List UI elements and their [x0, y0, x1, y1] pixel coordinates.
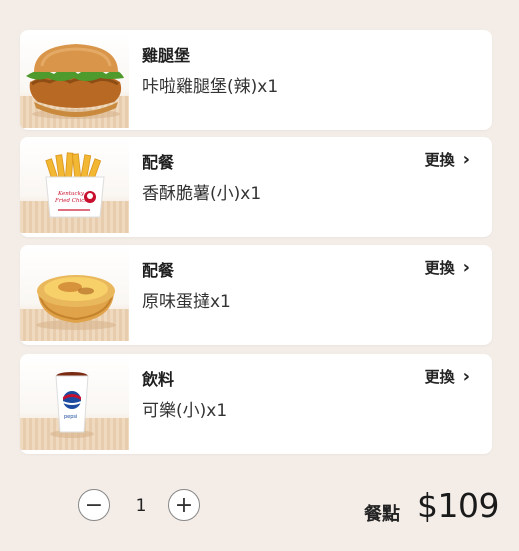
order-footer: − 1 + 餐點 $109 [0, 486, 519, 536]
minus-icon: − [84, 492, 104, 518]
item-category: 飲料 [142, 370, 175, 389]
price-label: 餐點 [364, 504, 400, 525]
quantity-value: 1 [135, 496, 147, 516]
meal-item-card: 雞腿堡 咔啦雞腿堡(辣)x1 [20, 30, 492, 130]
item-description: 原味蛋撻x1 [142, 292, 231, 312]
swap-label: 更換 [424, 259, 455, 277]
decrease-quantity-button[interactable]: − [78, 489, 110, 521]
chicken-burger-image [20, 32, 129, 128]
swap-button[interactable]: 更換 › [425, 366, 470, 387]
total-price: $109 [417, 486, 499, 525]
svg-text:pepsi: pepsi [64, 414, 77, 420]
swap-label: 更換 [424, 151, 455, 169]
increase-quantity-button[interactable]: + [168, 489, 200, 521]
french-fries-image: Kentucky Fried Chicken [20, 137, 129, 233]
chevron-right-icon: › [462, 365, 470, 387]
swap-button[interactable]: 更換 › [425, 149, 470, 170]
cola-cup-image: pepsi [20, 354, 129, 450]
meal-item-card: pepsi 飲料 可樂(小)x1 更換 › [20, 354, 492, 454]
chevron-right-icon: › [462, 148, 470, 170]
swap-label: 更換 [424, 368, 455, 386]
item-category: 配餐 [142, 153, 175, 172]
item-description: 香酥脆薯(小)x1 [142, 184, 262, 204]
egg-tart-image [20, 245, 129, 341]
item-description: 咔啦雞腿堡(辣)x1 [142, 77, 279, 97]
meal-item-card: 配餐 原味蛋撻x1 更換 › [20, 245, 492, 345]
swap-button[interactable]: 更換 › [425, 257, 470, 278]
item-category: 配餐 [142, 261, 175, 280]
plus-icon: + [174, 492, 194, 518]
item-description: 可樂(小)x1 [142, 401, 228, 421]
chevron-right-icon: › [462, 256, 470, 278]
meal-item-card: Kentucky Fried Chicken 配餐 香酥脆薯(小)x1 更換 › [20, 137, 492, 237]
item-category: 雞腿堡 [142, 46, 191, 65]
svg-text:Kentucky: Kentucky [57, 191, 85, 197]
